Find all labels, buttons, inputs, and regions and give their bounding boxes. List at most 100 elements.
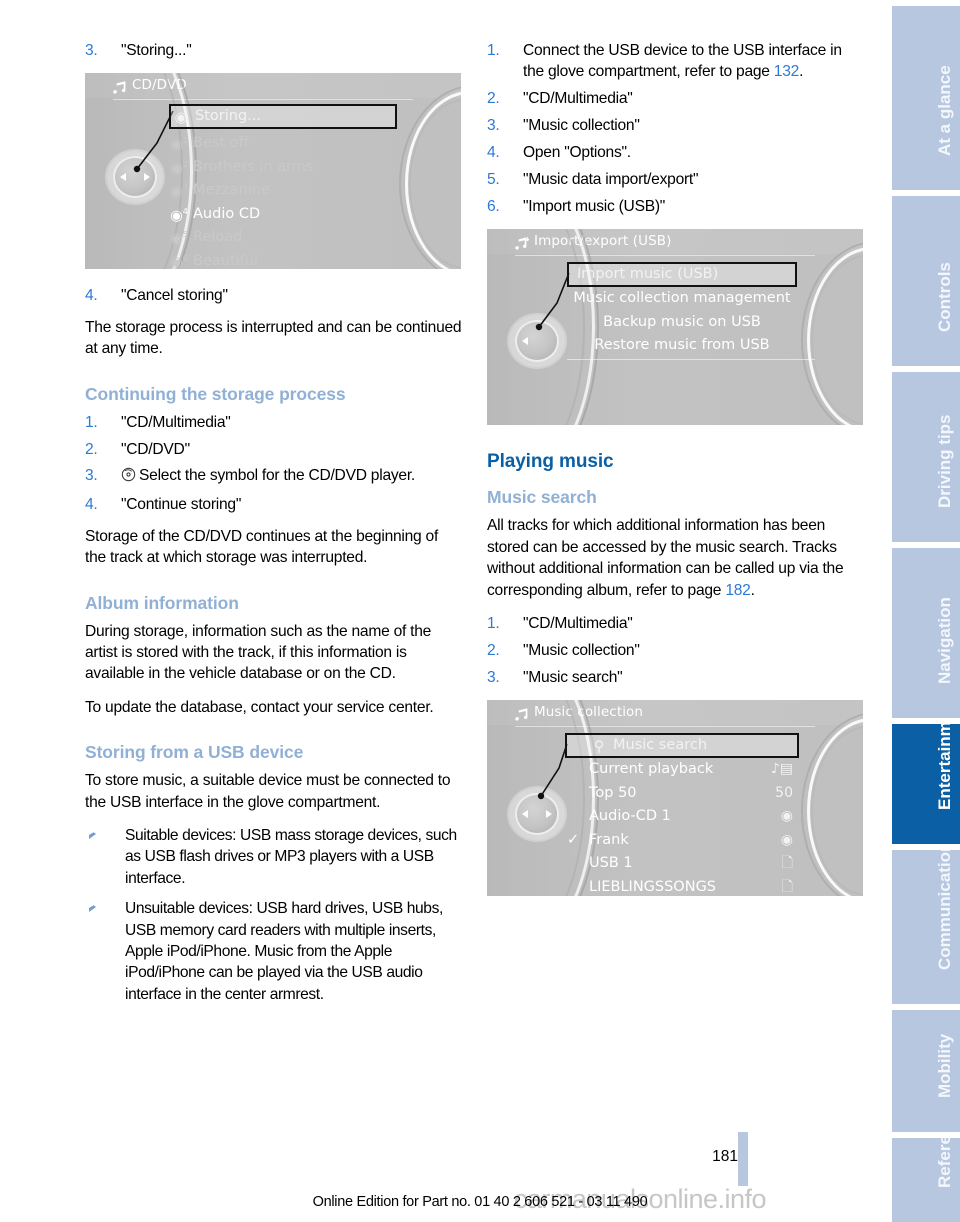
page-number: 181: [712, 1148, 738, 1165]
search-icon: ⚲: [593, 739, 605, 756]
right-column: 1. Connect the USB device to the USB int…: [487, 40, 865, 912]
menu-item[interactable]: ◉6 Beautiful: [169, 247, 397, 270]
step-number: 4.: [85, 496, 98, 514]
sidebar-item-entertainment[interactable]: Entertainment: [892, 724, 960, 844]
track-count-badge: 50: [775, 784, 793, 801]
sidebar-item-driving-tips[interactable]: Driving tips: [892, 372, 960, 542]
sidebar-item-navigation[interactable]: Navigation: [892, 548, 960, 718]
disc-icon: ◉6: [170, 253, 188, 270]
heading-storing-usb: Storing from a USB device: [85, 742, 304, 763]
menu-item[interactable]: Music collection management: [567, 287, 797, 311]
menu-item[interactable]: ◉3 Mezzanine: [169, 176, 397, 200]
menu-item[interactable]: ◉5 Reload: [169, 223, 397, 247]
menu-item-label: USB 1: [589, 855, 633, 872]
list-item: 3. "Music collection": [487, 115, 865, 136]
list-item: Unsuitable devices: USB hard drives, USB…: [85, 898, 463, 1005]
heading-continuing-storage: Continuing the storage process: [85, 383, 346, 404]
storing-step-list: 3. "Storing...": [85, 40, 463, 61]
checkmark-icon: ✓: [567, 831, 580, 848]
step-number: 3.: [487, 668, 500, 686]
tab-label: Entertainment: [935, 724, 954, 810]
step-number: 2.: [85, 440, 98, 458]
disc-icon: ◉: [174, 110, 188, 127]
paragraph-text: All tracks for which additional informat…: [487, 517, 844, 599]
manual-page: 3. "Storing..." CD/DVD ◉ Storing... ◉1 B…: [0, 0, 960, 1222]
menu-item-label: Import music (USB): [577, 266, 719, 283]
menu-item[interactable]: ◉4 Audio CD: [169, 200, 397, 224]
page-reference[interactable]: 182: [725, 582, 751, 599]
menu-item-selected[interactable]: Import music (USB): [567, 262, 797, 288]
menu-item[interactable]: Current playback ♪▤: [565, 758, 799, 782]
list-item: 3. Select the symbol for the CD/DVD play…: [85, 465, 463, 488]
list-item: 3. "Storing...": [85, 40, 463, 61]
tab-label: Navigation: [935, 597, 954, 684]
list-item: 3. "Music search": [487, 667, 865, 688]
chevron-right-icon: [144, 172, 150, 181]
step-number: 1.: [487, 614, 500, 632]
step-text: "CD/Multimedia": [523, 614, 633, 632]
step-text: "CD/Multimedia": [121, 413, 231, 431]
tab-label: At a glance: [935, 65, 954, 156]
menu-item-label: Beautiful: [193, 252, 258, 269]
triangle-bullet-icon: [89, 829, 96, 839]
step-number: 4.: [85, 287, 98, 305]
menu-item-label: Current playback: [589, 761, 714, 778]
sidebar-item-at-a-glance[interactable]: At a glance: [892, 6, 960, 190]
chevron-left-icon: [120, 172, 126, 181]
music-search-step-list: 1. "CD/Multimedia" 2. "Music collection"…: [487, 613, 865, 688]
page-reference[interactable]: 132: [774, 63, 800, 80]
list-item: 4. "Continue storing": [85, 494, 463, 515]
menu-list: ⚲ Music search Current playback ♪▤ Top 50…: [565, 733, 799, 896]
step-number: 1.: [85, 413, 98, 431]
list-item: 1. "CD/Multimedia": [487, 613, 865, 634]
heading-music-search: Music search: [487, 487, 597, 508]
sidebar-item-controls[interactable]: Controls: [892, 196, 960, 366]
menu-item[interactable]: USB 1 🗋: [565, 852, 799, 876]
disc-number: 4: [182, 206, 188, 216]
menu-item[interactable]: ◉2 Brothers in arms: [169, 153, 397, 177]
step-text: "Import music (USB)": [523, 197, 666, 215]
edition-line: Online Edition for Part no. 01 40 2 606 …: [312, 1194, 648, 1210]
bullet-text: Suitable devices: USB mass storage devic…: [125, 827, 457, 887]
menu-item-label: Storing...: [195, 108, 261, 125]
list-item: 1. Connect the USB device to the USB int…: [487, 40, 865, 83]
disc-number: 5: [182, 230, 188, 240]
menu-item-label: Best off: [193, 135, 249, 152]
list-item: 5. "Music data import/export": [487, 169, 865, 190]
list-item: 4. "Cancel storing": [85, 285, 463, 306]
menu-item[interactable]: Audio-CD 1 ◉: [565, 805, 799, 829]
heading-album-information: Album information: [85, 592, 239, 613]
section-tab-rail: At a glance Controls Driving tips Naviga…: [892, 0, 960, 1222]
sidebar-item-communication[interactable]: Communication: [892, 850, 960, 1004]
disc-icon: ◉: [780, 831, 793, 848]
step-text: "Cancel storing": [121, 287, 228, 305]
menu-item[interactable]: ✓ Frank ◉: [565, 829, 799, 853]
list-item: 6. "Import music (USB)": [487, 196, 865, 217]
menu-item[interactable]: LIEBLINGSSONGS 🗋: [565, 876, 799, 897]
tab-label: Communication: [935, 850, 954, 970]
menu-item[interactable]: Top 50 50: [565, 782, 799, 806]
list-item: 2. "CD/Multimedia": [487, 88, 865, 109]
tab-label: Mobility: [935, 1033, 954, 1098]
disc-number: 2: [182, 159, 188, 169]
step-number: 5.: [487, 171, 500, 189]
menu-item-selected[interactable]: ◉ Storing...: [169, 104, 397, 130]
menu-item[interactable]: Backup music on USB: [567, 311, 797, 335]
menu-item[interactable]: Restore music from USB: [567, 334, 797, 358]
menu-item-label: Frank: [589, 831, 629, 848]
continuing-step-list: 1. "CD/Multimedia" 2. "CD/DVD" 3. Select…: [85, 412, 463, 516]
bullet-text: Unsuitable devices: USB hard drives, USB…: [125, 900, 443, 1003]
menu-item[interactable]: ◉1 Best off: [169, 129, 397, 153]
menu-list: Import music (USB) Music collection mana…: [567, 262, 797, 358]
menu-item-selected[interactable]: ⚲ Music search: [565, 733, 799, 759]
sidebar-item-mobility[interactable]: Mobility: [892, 1010, 960, 1132]
menu-item-label: Backup music on USB: [603, 313, 761, 330]
chevron-left-icon: [522, 336, 528, 345]
menu-item-label: Restore music from USB: [594, 337, 770, 354]
step-number: 3.: [85, 42, 98, 59]
tab-label: Driving tips: [935, 414, 954, 508]
idrive-controller[interactable]: [517, 795, 557, 834]
list-item: Suitable devices: USB mass storage devic…: [85, 825, 463, 889]
step-text: Select the symbol for the CD/DVD player.: [139, 467, 416, 485]
menu-item-label: Audio-CD 1: [589, 808, 671, 825]
